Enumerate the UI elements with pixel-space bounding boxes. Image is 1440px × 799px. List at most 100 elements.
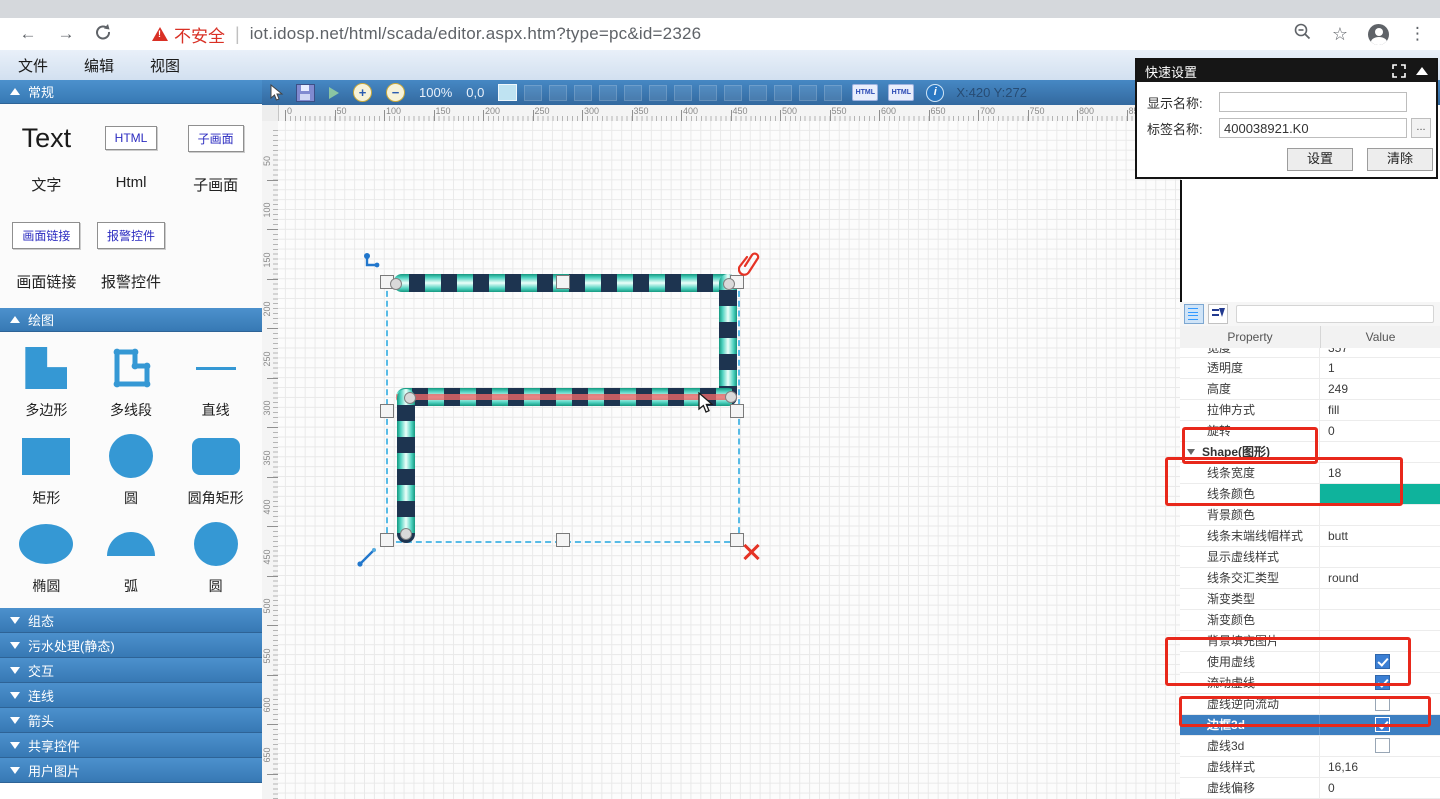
delete-shape-icon[interactable] xyxy=(742,543,760,561)
property-value[interactable] xyxy=(1320,589,1440,609)
attach-tag-icon[interactable] xyxy=(738,250,760,281)
address-bar-url[interactable]: iot.idosp.net/html/scada/editor.aspx.htm… xyxy=(250,24,702,44)
security-warning-label[interactable]: 不安全 xyxy=(174,22,225,47)
vertex-node[interactable] xyxy=(390,278,402,290)
property-row-9[interactable]: 线条末端线帽样式butt xyxy=(1180,526,1440,547)
property-row-13[interactable]: 渐变颜色 xyxy=(1180,610,1440,631)
back-icon[interactable]: ← xyxy=(18,24,38,44)
property-value[interactable]: butt xyxy=(1320,526,1440,546)
draw-item-polygon[interactable]: 多边形 xyxy=(4,342,89,430)
sidebar-section-3[interactable]: 连线 xyxy=(0,683,262,708)
display-name-input[interactable] xyxy=(1219,92,1407,112)
save-icon[interactable] xyxy=(296,84,315,102)
property-value[interactable] xyxy=(1320,610,1440,630)
sidebar-section-6[interactable]: 用户图片 xyxy=(0,758,262,783)
property-value[interactable] xyxy=(1320,547,1440,567)
collapse-panel-icon[interactable] xyxy=(1416,67,1428,75)
resize-handle[interactable] xyxy=(556,275,570,289)
zoom-out-page-icon[interactable] xyxy=(1293,22,1312,46)
tag-name-input[interactable] xyxy=(1219,118,1407,138)
menu-item-1[interactable]: 编辑 xyxy=(66,55,132,76)
draw-item-line[interactable]: 直线 xyxy=(173,342,258,430)
canvas-background-icon[interactable] xyxy=(498,84,517,101)
html-view-icon[interactable]: HTML xyxy=(852,84,878,101)
sidebar-section-general[interactable]: 常规 xyxy=(0,80,262,104)
draw-item-rect[interactable]: 矩形 xyxy=(4,430,89,518)
property-value[interactable]: fill xyxy=(1320,400,1440,420)
resize-handle[interactable] xyxy=(730,404,744,418)
property-filter-box[interactable] xyxy=(1236,305,1434,323)
line-endpoint-icon[interactable] xyxy=(355,543,381,574)
info-icon[interactable]: i xyxy=(926,84,944,102)
resize-handle[interactable] xyxy=(380,533,394,547)
edit-nodes-icon[interactable] xyxy=(363,252,385,279)
html-source-icon[interactable]: HTML xyxy=(888,84,914,101)
property-value[interactable]: 249 xyxy=(1320,379,1440,399)
pipe-segment-3[interactable] xyxy=(397,389,415,543)
draw-item-rounded-rect[interactable]: 圆角矩形 xyxy=(173,430,258,518)
quick-settings-titlebar[interactable]: 快速设置 xyxy=(1137,60,1436,82)
property-value[interactable]: 0 xyxy=(1320,778,1440,798)
property-value[interactable]: 357 xyxy=(1320,348,1440,357)
property-value[interactable] xyxy=(1320,505,1440,525)
run-preview-icon[interactable] xyxy=(329,87,339,99)
sort-alpha-icon[interactable] xyxy=(1208,304,1228,324)
sidebar-section-5[interactable]: 共享控件 xyxy=(0,733,262,758)
property-value[interactable]: round xyxy=(1320,568,1440,588)
vertex-node[interactable] xyxy=(725,391,737,403)
forward-icon[interactable]: → xyxy=(56,24,76,44)
set-button[interactable]: 设置 xyxy=(1287,148,1353,171)
property-value[interactable]: 16,16 xyxy=(1320,757,1440,777)
security-warning-icon[interactable] xyxy=(152,27,168,41)
property-row-20[interactable]: 虚线样式16,16 xyxy=(1180,757,1440,778)
browser-menu-icon[interactable]: ⋮ xyxy=(1409,24,1426,44)
clear-button[interactable]: 清除 xyxy=(1367,148,1433,171)
draw-item-circle[interactable]: 圆 xyxy=(173,518,258,606)
general-item-1[interactable]: HTMLHtml xyxy=(89,112,174,209)
zoom-in-icon[interactable]: + xyxy=(353,83,372,102)
sidebar-section-0[interactable]: 组态 xyxy=(0,608,262,633)
sidebar-section-4[interactable]: 箭头 xyxy=(0,708,262,733)
sidebar-section-2[interactable]: 交互 xyxy=(0,658,262,683)
resize-handle[interactable] xyxy=(380,404,394,418)
pipe-segment-1[interactable] xyxy=(719,274,737,406)
property-value[interactable]: 0 xyxy=(1320,421,1440,441)
dock-icon[interactable] xyxy=(1392,64,1406,78)
resize-handle[interactable] xyxy=(556,533,570,547)
property-row-12[interactable]: 渐变类型 xyxy=(1180,589,1440,610)
property-row-8[interactable]: 背景颜色 xyxy=(1180,505,1440,526)
property-value[interactable]: 1 xyxy=(1320,358,1440,378)
pipe-segment-2[interactable] xyxy=(396,388,737,406)
property-value[interactable] xyxy=(1320,736,1440,756)
menu-item-2[interactable]: 视图 xyxy=(132,55,198,76)
browse-tag-button[interactable]: ... xyxy=(1411,118,1431,138)
sidebar-section-1[interactable]: 污水处理(静态) xyxy=(0,633,262,658)
selection-box[interactable] xyxy=(386,281,740,543)
vertex-node[interactable] xyxy=(404,392,416,404)
property-row-11[interactable]: 线条交汇类型round xyxy=(1180,568,1440,589)
property-row-19[interactable]: 虚线3d xyxy=(1180,736,1440,757)
property-row-0[interactable]: 宽度357 xyxy=(1180,348,1440,358)
general-item-3[interactable]: 画面链接画面链接 xyxy=(4,209,89,306)
vertex-node[interactable] xyxy=(723,278,735,290)
draw-item-polyline[interactable]: 多线段 xyxy=(89,342,174,430)
sidebar-section-draw[interactable]: 绘图 xyxy=(0,308,262,332)
draw-item-circle[interactable]: 圆 xyxy=(89,430,174,518)
property-row-21[interactable]: 虚线偏移0 xyxy=(1180,778,1440,799)
categorize-icon[interactable] xyxy=(1184,304,1204,324)
draw-item-arc[interactable]: 弧 xyxy=(89,518,174,606)
property-row-1[interactable]: 透明度1 xyxy=(1180,358,1440,379)
property-row-10[interactable]: 显示虚线样式 xyxy=(1180,547,1440,568)
property-row-2[interactable]: 高度249 xyxy=(1180,379,1440,400)
reload-icon[interactable] xyxy=(94,23,112,46)
profile-avatar[interactable] xyxy=(1368,24,1389,45)
draw-item-ellipse[interactable]: 椭圆 xyxy=(4,518,89,606)
property-row-3[interactable]: 拉伸方式fill xyxy=(1180,400,1440,421)
menu-item-0[interactable]: 文件 xyxy=(0,55,66,76)
bookmark-star-icon[interactable]: ☆ xyxy=(1332,24,1348,45)
checkbox-unchecked[interactable] xyxy=(1375,738,1390,753)
general-item-4[interactable]: 报警控件报警控件 xyxy=(89,209,174,306)
general-item-2[interactable]: 子画面子画面 xyxy=(173,112,258,209)
pointer-tool-icon[interactable] xyxy=(270,83,284,102)
general-item-0[interactable]: Text文字 xyxy=(4,112,89,209)
